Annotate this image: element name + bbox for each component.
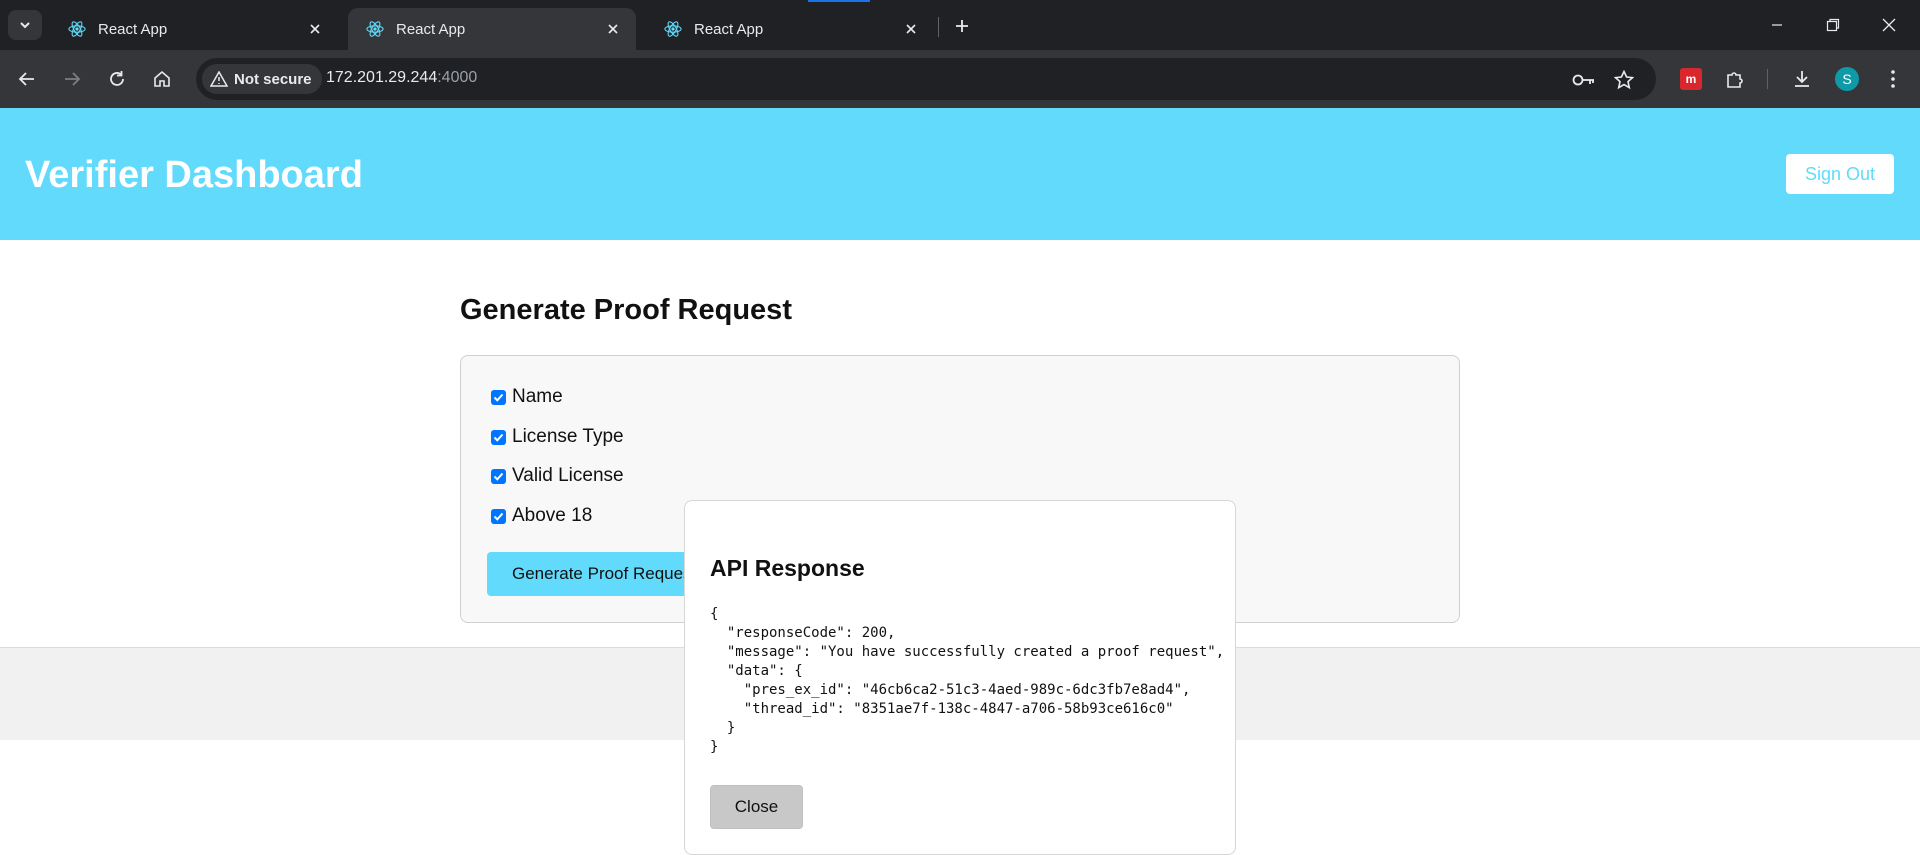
arrow-left-icon (18, 72, 34, 86)
page-title: Verifier Dashboard (25, 154, 363, 196)
mega-icon: m (1680, 68, 1702, 90)
plus-icon (956, 20, 968, 32)
generate-proof-request-button[interactable]: Generate Proof Request (487, 552, 699, 596)
checkbox-checked-icon[interactable] (491, 429, 506, 445)
minimize-button[interactable] (1754, 10, 1800, 40)
sign-out-button[interactable]: Sign Out (1786, 154, 1894, 194)
browser-tab-2[interactable]: React App (348, 8, 636, 50)
password-key-button[interactable] (1572, 68, 1596, 92)
forward-button[interactable] (57, 64, 87, 94)
chevron-down-icon (20, 22, 30, 29)
puzzle-icon (1727, 72, 1743, 88)
close-icon[interactable] (900, 18, 922, 40)
section-title: Generate Proof Request (460, 294, 792, 326)
address-bar[interactable]: Not secure 172.201.29.244:4000 (196, 58, 1656, 100)
minimize-icon (1772, 24, 1782, 26)
security-indicator[interactable]: Not secure (202, 64, 322, 94)
url-port: :4000 (437, 69, 478, 86)
downloads-button[interactable] (1787, 64, 1817, 94)
star-icon (1614, 70, 1634, 90)
back-button[interactable] (12, 64, 42, 94)
close-icon[interactable] (304, 18, 326, 40)
tab-strip-indicator (808, 0, 870, 2)
extensions-button[interactable] (1720, 64, 1750, 94)
react-icon (68, 21, 86, 37)
new-tab-button[interactable] (948, 12, 976, 40)
modal-title: API Response (710, 555, 865, 581)
react-icon (366, 21, 384, 37)
home-button[interactable] (147, 64, 177, 94)
close-modal-button[interactable]: Close (710, 785, 803, 829)
api-response-json: { "responseCode": 200, "message": "You h… (710, 606, 1225, 755)
checkbox-label: Valid License (512, 465, 624, 486)
tab-title: React App (98, 20, 168, 38)
avatar: S (1835, 67, 1859, 91)
checkbox-label: License Type (512, 426, 624, 447)
page-viewport: Verifier Dashboard Sign Out Generate Pro… (0, 108, 1920, 855)
mega-extension-button[interactable]: m (1676, 64, 1706, 94)
arrow-right-icon (65, 72, 81, 86)
close-icon[interactable] (602, 18, 624, 40)
home-icon (154, 70, 170, 87)
checkbox-valid-license[interactable]: Valid License (491, 465, 624, 487)
toolbar-separator (1767, 69, 1768, 89)
restore-icon (1826, 18, 1840, 32)
checkbox-above-18[interactable]: Above 18 (491, 505, 592, 527)
checkbox-checked-icon[interactable] (491, 508, 506, 524)
app-header: Verifier Dashboard Sign Out (0, 108, 1920, 240)
url-host: 172.201.29.244 (326, 69, 438, 86)
checkbox-name[interactable]: Name (491, 386, 563, 408)
browser-tab-1[interactable]: React App (50, 8, 338, 50)
security-label: Not secure (234, 70, 312, 88)
browser-toolbar: Not secure 172.201.29.244:4000 m S (0, 50, 1920, 108)
close-icon (1882, 18, 1896, 32)
browser-menu-button[interactable] (1878, 64, 1908, 94)
url-text[interactable]: 172.201.29.244:4000 (326, 69, 477, 87)
tab-separator (938, 17, 939, 37)
api-response-modal: API Response { "responseCode": 200, "mes… (684, 500, 1236, 855)
checkbox-label: Above 18 (512, 505, 593, 526)
tab-title: React App (396, 20, 466, 38)
profile-button[interactable]: S (1832, 64, 1862, 94)
bookmark-button[interactable] (1612, 68, 1636, 92)
key-icon (1572, 74, 1594, 86)
browser-tab-3[interactable]: React App (646, 8, 934, 50)
checkbox-checked-icon[interactable] (491, 468, 506, 484)
checkbox-label: Name (512, 386, 563, 407)
restore-button[interactable] (1810, 10, 1856, 40)
window-close-button[interactable] (1866, 10, 1912, 40)
checkbox-license-type[interactable]: License Type (491, 426, 624, 448)
warning-icon (210, 71, 228, 87)
browser-tab-bar: React App React App React App (0, 0, 1920, 50)
tab-title: React App (694, 20, 764, 38)
react-icon (664, 21, 682, 37)
tab-search-button[interactable] (8, 10, 42, 40)
checkbox-checked-icon[interactable] (491, 389, 506, 405)
reload-icon (110, 71, 124, 86)
more-vertical-icon (1891, 70, 1895, 88)
reload-button[interactable] (102, 64, 132, 94)
download-icon (1795, 71, 1809, 87)
